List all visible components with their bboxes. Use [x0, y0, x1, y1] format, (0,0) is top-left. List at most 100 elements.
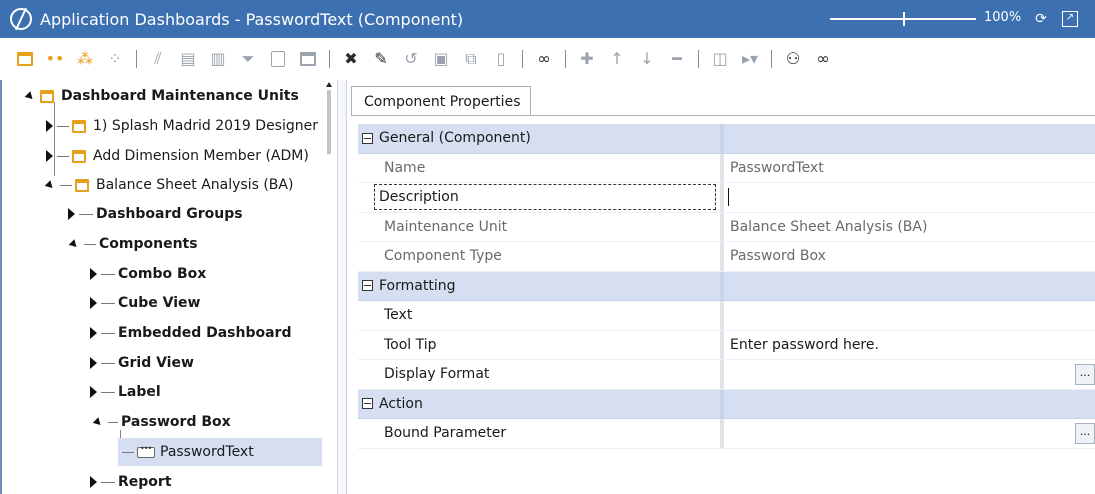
property-row-tool-tip[interactable]: Tool Tip Enter password here.	[358, 330, 1095, 360]
filter-icon[interactable]: ⏷	[239, 50, 257, 68]
tree-connector	[101, 362, 115, 364]
glasses-icon[interactable]: ∞	[814, 50, 832, 68]
tree-item-add-dimension-member[interactable]: Add Dimension Member (ADM)	[46, 142, 309, 170]
copy-button[interactable]: ⧉	[462, 50, 480, 68]
tree-scrollbar[interactable]	[324, 80, 334, 494]
property-row-component-type[interactable]: Component Type Password Box	[358, 242, 1095, 272]
grid-icon[interactable]: ▤	[179, 50, 197, 68]
property-label: Bound Parameter	[384, 425, 507, 442]
move-down-button[interactable]: ↓	[638, 50, 656, 68]
toolbar: •• ⁂ ⁘ ⫽ ▤ ▥ ⏷ ✖ ✎ ↺ ▣ ⧉ ▯ ∞ ✚ ↑ ↓ ━ ◫ ▸…	[0, 38, 1095, 80]
tree-item-components[interactable]: Components	[68, 230, 198, 258]
collapse-arrow-icon[interactable]	[46, 150, 53, 162]
tree-item-balance-sheet-analysis[interactable]: Balance Sheet Analysis (BA)	[44, 171, 293, 199]
collapse-arrow-icon[interactable]	[90, 386, 97, 398]
tree-item-dashboard-groups[interactable]: Dashboard Groups	[68, 200, 243, 228]
collapse-icon[interactable]	[362, 132, 373, 144]
tool-tip-input[interactable]: Enter password here.	[720, 331, 1095, 360]
find-button[interactable]: ⚇	[784, 50, 802, 68]
display-format-ellipsis-button[interactable]: ...	[1075, 364, 1095, 385]
tree-view[interactable]: Dashboard Maintenance Units 1) Splash Ma…	[2, 80, 337, 494]
tree-item-grid-view[interactable]: Grid View	[90, 349, 194, 377]
view-button[interactable]: ◫	[711, 50, 729, 68]
collapse-arrow-icon[interactable]	[90, 297, 97, 309]
property-label: Maintenance Unit	[384, 218, 508, 235]
expand-arrow-icon[interactable]	[68, 238, 80, 250]
tree-connector	[79, 213, 93, 215]
tree-item-combo-box[interactable]: Combo Box	[90, 260, 206, 288]
add-button[interactable]: ✚	[578, 50, 596, 68]
property-row-maintenance-unit[interactable]: Maintenance Unit Balance Sheet Analysis …	[358, 212, 1095, 242]
paste-button[interactable]: ▯	[492, 50, 510, 68]
tree-connector	[101, 481, 115, 483]
property-row-display-format[interactable]: Display Format ...	[358, 360, 1095, 390]
tree-item-embedded-dashboard[interactable]: Embedded Dashboard	[90, 319, 291, 347]
collapse-arrow-icon[interactable]	[90, 268, 97, 280]
property-label: Component Type	[384, 248, 502, 265]
chart-icon[interactable]: ⫽	[149, 50, 167, 68]
category-formatting[interactable]: Formatting	[358, 271, 1095, 301]
category-label: General (Component)	[379, 130, 531, 147]
rename-button[interactable]: ✎	[372, 50, 390, 68]
text-input[interactable]	[720, 301, 1095, 331]
tree-item-report[interactable]: Report	[90, 468, 172, 494]
new-maintenance-unit-button[interactable]	[16, 50, 34, 68]
bound-parameter-input[interactable]: ...	[720, 419, 1095, 449]
delete-button[interactable]: ✖	[342, 50, 360, 68]
collapse-arrow-icon[interactable]	[68, 208, 75, 220]
zoom-slider-thumb[interactable]	[903, 12, 905, 26]
search-binoculars-button[interactable]: ∞	[535, 50, 553, 68]
collapse-arrow-icon[interactable]	[90, 327, 97, 339]
tree-root[interactable]: Dashboard Maintenance Units	[24, 82, 299, 110]
tree-item-passwordtext[interactable]: PasswordText	[118, 438, 322, 466]
tree-item-label-type[interactable]: Label	[90, 378, 161, 406]
columns-icon[interactable]: ▥	[209, 50, 227, 68]
toolbar-separator	[522, 50, 523, 68]
calendar-button[interactable]	[299, 50, 317, 68]
tree-item-cube-view[interactable]: Cube View	[90, 289, 200, 317]
panel-splitter[interactable]	[337, 80, 347, 494]
property-row-text[interactable]: Text	[358, 301, 1095, 331]
calendar-icon	[300, 52, 316, 66]
property-row-description[interactable]: Description	[358, 183, 1095, 213]
property-label: Description	[379, 189, 459, 206]
collapse-arrow-icon[interactable]	[90, 357, 97, 369]
description-input[interactable]	[720, 183, 1095, 213]
property-row-name[interactable]: Name PasswordText	[358, 153, 1095, 183]
tree-item-splash-madrid[interactable]: 1) Splash Madrid 2019 Designer	[46, 112, 318, 140]
tree-item-password-box[interactable]: Password Box	[92, 408, 231, 436]
collapse-icon[interactable]	[362, 280, 373, 292]
expand-arrow-icon[interactable]	[44, 179, 56, 191]
expand-arrow-icon[interactable]	[24, 90, 36, 102]
tree-item-label: Components	[99, 236, 198, 252]
show-dropdown-button[interactable]: ▸▾	[741, 50, 759, 68]
bound-parameter-ellipsis-button[interactable]: ...	[1075, 423, 1095, 444]
new-dashboard-button[interactable]: ⁂	[76, 50, 94, 68]
popout-icon[interactable]: ↗	[1062, 11, 1078, 27]
new-component-button[interactable]: ⁘	[106, 50, 124, 68]
expand-arrow-icon[interactable]	[92, 416, 104, 428]
document-button[interactable]	[269, 50, 287, 68]
display-format-input[interactable]: ...	[720, 360, 1095, 390]
save-button[interactable]: ▣	[432, 50, 450, 68]
refresh-icon[interactable]: ⟳	[1033, 11, 1049, 27]
property-label: Display Format	[384, 366, 490, 383]
collapse-arrow-icon[interactable]	[46, 120, 53, 132]
scroll-up-icon[interactable]	[326, 82, 332, 87]
revert-button[interactable]: ↺	[402, 50, 420, 68]
new-group-button[interactable]: ••	[46, 50, 65, 68]
folder-icon	[72, 149, 86, 163]
category-action[interactable]: Action	[358, 389, 1095, 419]
move-up-button[interactable]: ↑	[608, 50, 626, 68]
collapse-icon[interactable]	[362, 398, 373, 410]
tab-component-properties[interactable]: Component Properties	[351, 86, 531, 116]
remove-button[interactable]: ━	[668, 50, 686, 68]
zoom-level: 100%	[984, 10, 1022, 25]
scroll-thumb[interactable]	[327, 90, 331, 154]
toolbar-separator	[698, 50, 699, 68]
tree-item-label: Label	[118, 384, 161, 400]
property-row-bound-parameter[interactable]: Bound Parameter ...	[358, 419, 1095, 449]
category-general[interactable]: General (Component)	[358, 124, 1095, 154]
tree-connector	[101, 273, 115, 275]
collapse-arrow-icon[interactable]	[90, 476, 97, 488]
